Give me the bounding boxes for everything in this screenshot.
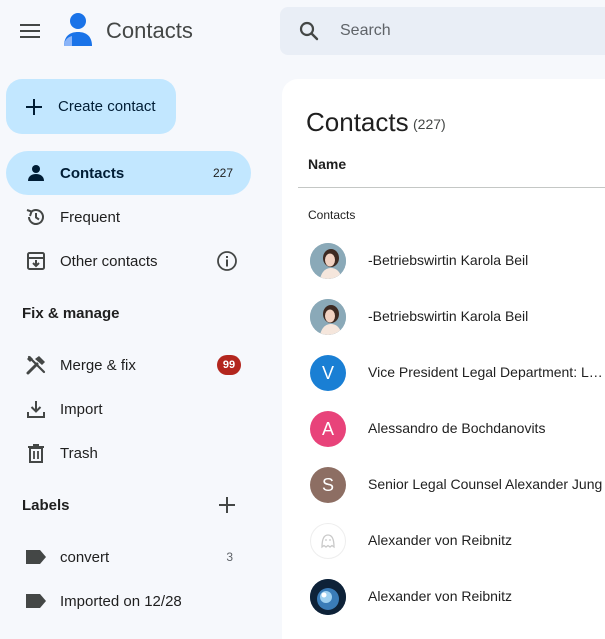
sidebar-item-label: Frequent: [60, 208, 121, 226]
contact-name: Alexander von Reibnitz: [368, 588, 512, 604]
contact-row[interactable]: -Betriebswirtin Karola Beil: [298, 233, 605, 289]
labels-heading: Labels: [22, 497, 70, 514]
person-icon: [24, 161, 48, 185]
sidebar-item-label: Merge & fix: [60, 356, 136, 374]
contacts-count: 227: [212, 166, 233, 180]
sidebar-item-label: Contacts: [60, 164, 125, 182]
contact-name: Vice President Legal Department: Legal C…: [368, 364, 604, 380]
label-count: 3: [226, 550, 233, 564]
sidebar-item-contacts[interactable]: Contacts 227: [6, 151, 251, 195]
contacts-logo-icon: [62, 12, 94, 48]
sidebar-item-label-convert[interactable]: convert 3: [6, 535, 251, 579]
contact-row[interactable]: S Senior Legal Counsel Alexander Jung: [298, 457, 605, 513]
search-input[interactable]: [340, 18, 590, 44]
sidebar-item-frequent[interactable]: Frequent: [6, 195, 251, 239]
label-icon: [24, 589, 48, 613]
download-icon: [24, 397, 48, 421]
contact-name: Alexander von Reibnitz: [368, 532, 512, 548]
plus-icon: [219, 497, 235, 513]
sidebar-item-import[interactable]: Import: [6, 387, 251, 431]
avatar: S: [310, 467, 346, 503]
label-icon: [24, 545, 48, 569]
plus-icon: [26, 98, 42, 115]
contact-row[interactable]: -Betriebswirtin Karola Beil: [298, 289, 605, 345]
sidebar-item-label: Other contacts: [60, 252, 158, 270]
sidebar-item-label: Trash: [60, 444, 98, 462]
info-icon[interactable]: [216, 250, 238, 272]
ghost-avatar-icon: [310, 523, 346, 559]
list-section-label: Contacts: [308, 208, 356, 222]
trash-icon: [24, 441, 48, 465]
sidebar-item-label: Import: [60, 400, 103, 418]
history-icon: [24, 205, 48, 229]
avatar: [310, 579, 346, 615]
sidebar-item-label: Imported on 12/28: [60, 592, 182, 610]
column-header-name[interactable]: Name: [308, 156, 346, 172]
sidebar-item-label-imported[interactable]: Imported on 12/28: [6, 579, 251, 623]
contact-row[interactable]: Alexander von Reibnitz: [298, 513, 605, 569]
create-contact-button[interactable]: Create contact: [6, 79, 176, 134]
fix-manage-heading: Fix & manage: [22, 305, 120, 322]
sidebar-item-trash[interactable]: Trash: [6, 431, 251, 475]
tools-icon: [24, 353, 48, 377]
contact-name: Alessandro de Bochdanovits: [368, 420, 546, 436]
page-title-count: (227): [413, 116, 446, 132]
contact-name: Senior Legal Counsel Alexander Jung: [368, 476, 603, 492]
contact-row[interactable]: V Vice President Legal Department: Legal…: [298, 345, 605, 401]
hamburger-icon: [20, 24, 40, 38]
avatar: A: [310, 411, 346, 447]
add-label-button[interactable]: [216, 494, 238, 516]
page-title: Contacts: [306, 107, 409, 137]
create-contact-label: Create contact: [58, 98, 156, 115]
sidebar-item-other-contacts[interactable]: Other contacts: [6, 239, 251, 283]
sidebar-item-label: convert: [60, 548, 110, 566]
search-icon[interactable]: [297, 19, 321, 43]
contact-row[interactable]: Alexander von Reibnitz: [298, 569, 605, 625]
archive-download-icon: [24, 249, 48, 273]
contact-row[interactable]: A Alessandro de Bochdanovits: [298, 401, 605, 457]
app-title: Contacts: [106, 18, 193, 43]
contact-name: -Betriebswirtin Karola Beil: [368, 252, 529, 268]
avatar: V: [310, 355, 346, 391]
sidebar-item-merge-fix[interactable]: Merge & fix 99: [6, 343, 251, 387]
avatar: [310, 243, 346, 279]
avatar: [310, 299, 346, 335]
divider: [298, 187, 605, 188]
main-menu-button[interactable]: [14, 15, 46, 47]
merge-fix-badge: 99: [217, 355, 241, 375]
contact-name: -Betriebswirtin Karola Beil: [368, 308, 529, 324]
